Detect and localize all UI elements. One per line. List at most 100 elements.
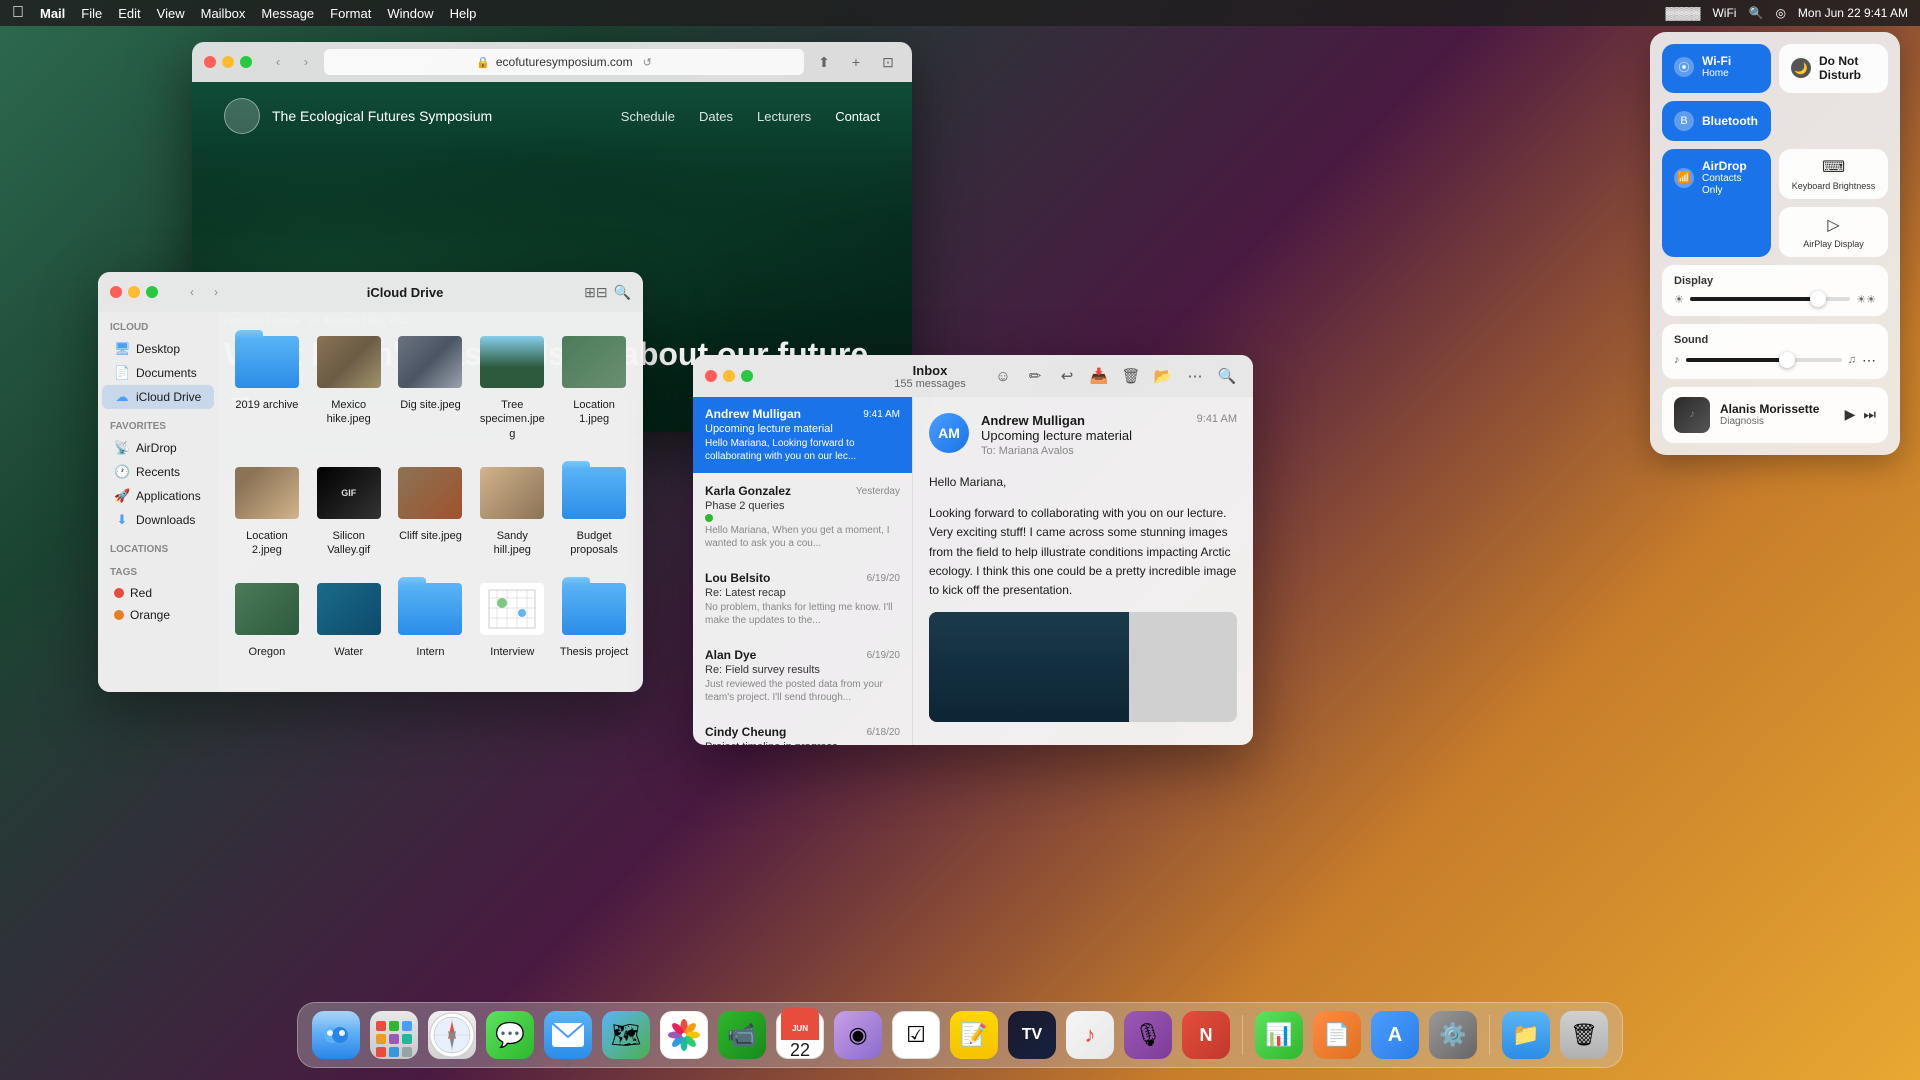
- list-item[interactable]: Cliff site.jpeg: [392, 453, 470, 566]
- dock-item-pages[interactable]: 📄: [1311, 1009, 1363, 1061]
- dock-item-numbers[interactable]: 📊: [1253, 1009, 1305, 1061]
- list-item[interactable]: GIF Silicon Valley.gif: [310, 453, 388, 566]
- dock-item-finder[interactable]: [310, 1009, 362, 1061]
- list-item[interactable]: Location 2.jpeg: [228, 453, 306, 566]
- search-icon[interactable]: 🔍: [1748, 6, 1763, 20]
- finder-search-btn[interactable]: 🔍: [614, 284, 631, 301]
- list-item[interactable]: Budget proposals: [555, 453, 633, 566]
- cc-display-track[interactable]: [1690, 297, 1850, 301]
- browser-forward-btn[interactable]: ›: [296, 52, 316, 72]
- list-item[interactable]: 2019 archive: [228, 322, 306, 449]
- mail-emoji-btn[interactable]: ☺: [989, 362, 1017, 390]
- dock-item-maps[interactable]: 🗺: [600, 1009, 652, 1061]
- mail-item[interactable]: Karla Gonzalez Yesterday Phase 2 queries…: [693, 474, 912, 561]
- sidebar-item-icloud-drive[interactable]: ☁ iCloud Drive: [102, 385, 214, 409]
- list-item[interactable]: Water: [310, 569, 388, 667]
- cc-bluetooth-tile[interactable]: B Bluetooth: [1662, 101, 1771, 141]
- list-item[interactable]: Interview: [473, 569, 551, 667]
- cc-music-next-btn[interactable]: ⏭: [1863, 406, 1876, 423]
- mail-close-btn[interactable]: [705, 370, 717, 382]
- finder-view-toggle-btn[interactable]: ⊞⊟: [584, 284, 607, 301]
- menubar-view[interactable]: View: [157, 6, 185, 21]
- menubar-mailbox[interactable]: Mailbox: [201, 6, 246, 21]
- menubar-window[interactable]: Window: [387, 6, 433, 21]
- dock-item-notes[interactable]: 📝: [948, 1009, 1000, 1061]
- cc-airplay-tile[interactable]: ▷ AirPlay Display: [1779, 207, 1888, 257]
- dock-item-siri[interactable]: ◉: [832, 1009, 884, 1061]
- menubar-app[interactable]: Mail: [40, 6, 65, 21]
- dock-item-safari[interactable]: [426, 1009, 478, 1061]
- finder-zoom-btn[interactable]: [146, 286, 158, 298]
- menubar-format[interactable]: Format: [330, 6, 371, 21]
- dock-item-photos[interactable]: [658, 1009, 710, 1061]
- sidebar-item-orange-tag[interactable]: Orange: [102, 604, 214, 626]
- browser-back-btn[interactable]: ‹: [268, 52, 288, 72]
- sidebar-item-airdrop[interactable]: 📡 AirDrop: [102, 436, 214, 460]
- dock-item-tv[interactable]: TV: [1006, 1009, 1058, 1061]
- dock-item-news[interactable]: N: [1180, 1009, 1232, 1061]
- list-item[interactable]: Dig site.jpeg: [392, 322, 470, 449]
- browser-close-btn[interactable]: [204, 56, 216, 68]
- apple-menu[interactable]: : [12, 4, 24, 22]
- dock-item-reminders[interactable]: ☑: [890, 1009, 942, 1061]
- mail-item[interactable]: Lou Belsito 6/19/20 Re: Latest recap No …: [693, 561, 912, 638]
- battery-icon[interactable]: ▓▓▓▓: [1665, 6, 1700, 20]
- wifi-icon[interactable]: WiFi: [1712, 6, 1736, 20]
- browser-minimize-btn[interactable]: [222, 56, 234, 68]
- mail-minimize-btn[interactable]: [723, 370, 735, 382]
- mail-delete-btn[interactable]: 🗑: [1117, 362, 1145, 390]
- list-item[interactable]: Mexico hike.jpeg: [310, 322, 388, 449]
- mail-more-btn[interactable]: ⋯: [1181, 362, 1209, 390]
- mail-item[interactable]: Alan Dye 6/19/20 Re: Field survey result…: [693, 638, 912, 715]
- browser-reload-icon[interactable]: ↺: [643, 56, 652, 69]
- mail-search-btn[interactable]: 🔍: [1213, 362, 1241, 390]
- mail-item[interactable]: Cindy Cheung 6/18/20 Project timeline in…: [693, 715, 912, 745]
- mail-archive-btn[interactable]: 📥: [1085, 362, 1113, 390]
- cc-music-play-btn[interactable]: ▶: [1845, 406, 1856, 423]
- browser-nav-schedule[interactable]: Schedule: [621, 109, 675, 124]
- menubar-edit[interactable]: Edit: [118, 6, 140, 21]
- dock-item-system-prefs[interactable]: ⚙️: [1427, 1009, 1479, 1061]
- browser-nav-dates[interactable]: Dates: [699, 109, 733, 124]
- list-item[interactable]: Thesis project: [555, 569, 633, 667]
- list-item[interactable]: Intern: [392, 569, 470, 667]
- sidebar-item-desktop[interactable]: 🖥 Desktop: [102, 337, 214, 361]
- browser-addressbar[interactable]: 🔒 ecofuturesymposium.com ↺: [324, 49, 804, 75]
- finder-close-btn[interactable]: [110, 286, 122, 298]
- dock-item-trash[interactable]: 🗑: [1558, 1009, 1610, 1061]
- dock-item-files[interactable]: 📁: [1500, 1009, 1552, 1061]
- cc-keyboard-tile[interactable]: ⌨ Keyboard Brightness: [1779, 149, 1888, 199]
- sidebar-item-applications[interactable]: 🚀 Applications: [102, 484, 214, 508]
- cc-wifi-tile[interactable]: ⦿ Wi-Fi Home: [1662, 44, 1771, 93]
- browser-zoom-btn[interactable]: [240, 56, 252, 68]
- dock-item-launchpad[interactable]: [368, 1009, 420, 1061]
- list-item[interactable]: Location 1.jpeg: [555, 322, 633, 449]
- list-item[interactable]: Sandy hill.jpeg: [473, 453, 551, 566]
- mail-reply-btn[interactable]: ↩: [1053, 362, 1081, 390]
- sidebar-item-recents[interactable]: 🕐 Recents: [102, 460, 214, 484]
- browser-nav-lecturers[interactable]: Lecturers: [757, 109, 811, 124]
- menubar-message[interactable]: Message: [261, 6, 314, 21]
- sidebar-item-red-tag[interactable]: Red: [102, 582, 214, 604]
- siri-icon[interactable]: ◎: [1775, 6, 1785, 20]
- sidebar-item-documents[interactable]: 📄 Documents: [102, 361, 214, 385]
- browser-tabs-btn[interactable]: ⊡: [876, 50, 900, 74]
- dock-item-messages[interactable]: 💬: [484, 1009, 536, 1061]
- finder-back-btn[interactable]: ‹: [182, 282, 202, 302]
- dock-item-music[interactable]: ♪: [1064, 1009, 1116, 1061]
- mail-compose-btn[interactable]: ✏: [1021, 362, 1049, 390]
- list-item[interactable]: Tree specimen.jpeg: [473, 322, 551, 449]
- finder-forward-btn[interactable]: ›: [206, 282, 226, 302]
- browser-add-btn[interactable]: +: [844, 50, 868, 74]
- dock-item-podcasts[interactable]: 🎙: [1122, 1009, 1174, 1061]
- cc-sound-output-icon[interactable]: ⋯: [1862, 352, 1876, 369]
- dock-item-facetime[interactable]: 📹: [716, 1009, 768, 1061]
- mail-move-btn[interactable]: 📂: [1149, 362, 1177, 390]
- menubar-file[interactable]: File: [81, 6, 102, 21]
- cc-display-knob[interactable]: [1810, 291, 1826, 307]
- finder-minimize-btn[interactable]: [128, 286, 140, 298]
- sidebar-item-downloads[interactable]: ⬇ Downloads: [102, 508, 214, 532]
- dock-item-appstore[interactable]: A: [1369, 1009, 1421, 1061]
- browser-share-btn[interactable]: ⬆: [812, 50, 836, 74]
- mail-zoom-btn[interactable]: [741, 370, 753, 382]
